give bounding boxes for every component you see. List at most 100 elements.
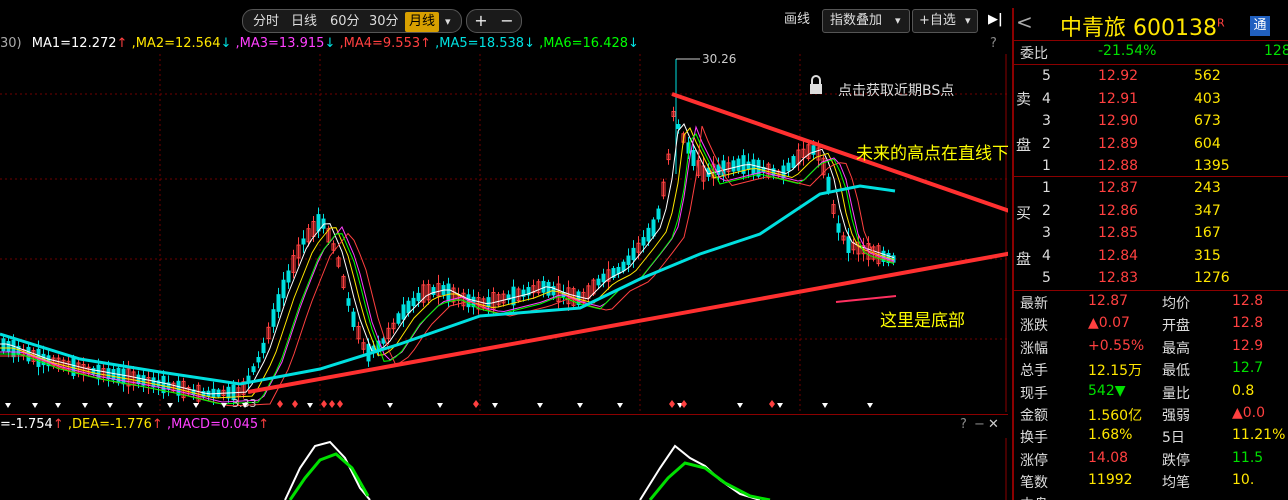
period-monthly-button[interactable]: 月线	[405, 12, 440, 32]
ask-price[interactable]: 12.89	[1098, 136, 1138, 152]
period-60min-button[interactable]: 60分	[326, 12, 364, 32]
indicator-overlay-dropdown[interactable]: 指数叠加 ▾	[822, 9, 910, 33]
chart-grid	[0, 54, 1008, 412]
stat-label: 最低	[1162, 363, 1190, 380]
stat-value: 0.8	[1232, 382, 1255, 399]
bid-price[interactable]: 12.86	[1098, 203, 1138, 219]
ask-vol: 562	[1194, 68, 1221, 84]
candle-body	[261, 342, 266, 354]
stat-label: 总手	[1020, 363, 1048, 380]
period-dropdown-icon[interactable]: ▾	[441, 12, 455, 32]
stat-value: ▲0.0	[1232, 405, 1266, 421]
stock-name: 中青旅	[1060, 16, 1127, 41]
help-icon[interactable]: ?	[990, 36, 997, 51]
stat-label: 5日	[1162, 430, 1185, 447]
candle-body	[621, 261, 626, 272]
ma5-arrow: ↓	[524, 36, 535, 51]
candle-body	[786, 162, 791, 172]
macd-legend: =-1.754↑ ,DEA=-1.776↑ ,MACD=0.045↑ ? − ✕	[0, 414, 1008, 439]
candle-body	[731, 160, 736, 172]
ma6-arrow: ↓	[628, 36, 639, 51]
zoom-in-button[interactable]: +	[469, 11, 493, 33]
period-fenshi-button[interactable]: 分时	[249, 12, 283, 32]
stat-label: 最高	[1162, 340, 1190, 357]
bid-level: 4	[1042, 247, 1051, 264]
period-selector: 分时 日线 60分 30分 月线 ▾	[242, 9, 462, 33]
ma-line-5	[0, 133, 895, 405]
ma1-arrow: ↑	[116, 36, 128, 51]
period-30min-button[interactable]: 30分	[365, 12, 403, 32]
candle-body	[791, 156, 796, 168]
bs-points-lock[interactable]: 点击获取近期BS点	[810, 75, 954, 99]
candle-body	[256, 356, 261, 363]
ma-lines	[0, 123, 896, 407]
weibi-extra: 1289	[1264, 43, 1288, 59]
stat-value: 12.15万	[1088, 363, 1143, 380]
candle-body	[746, 161, 751, 170]
bid-vol: 1276	[1194, 270, 1230, 287]
ask-vol: 673	[1194, 113, 1221, 130]
buy-signal-marker	[769, 400, 775, 408]
bid-price[interactable]: 12.87	[1098, 180, 1138, 196]
stat-label: 均笔	[1162, 475, 1190, 492]
dif-value: =-1.754	[0, 417, 53, 432]
ma1-value: MA1=12.272	[31, 36, 117, 51]
bid-price[interactable]: 12.83	[1098, 270, 1138, 286]
collapse-panel-icon[interactable]: ▶|	[984, 10, 1007, 30]
candle-body	[1, 338, 6, 352]
bottom-mark-line	[835, 295, 897, 303]
candle-body	[781, 165, 786, 179]
sell-signal-marker	[617, 403, 623, 408]
sell-signal-marker	[777, 403, 783, 408]
ask-price[interactable]: 12.88	[1098, 158, 1138, 174]
period-daily-button[interactable]: 日线	[287, 12, 321, 32]
candle-body	[246, 375, 251, 382]
candle-body	[251, 366, 256, 373]
ma2-arrow: ↓	[220, 36, 232, 51]
buy-signal-marker	[329, 400, 335, 408]
ask-price[interactable]: 12.91	[1098, 91, 1138, 107]
macd-help-icon[interactable]: ?	[960, 417, 967, 432]
ask-vol: 403	[1194, 90, 1221, 107]
candle-body	[601, 273, 606, 283]
candle-body	[446, 283, 451, 302]
zoom-out-button[interactable]: −	[495, 11, 519, 33]
sell-signal-marker	[437, 403, 443, 408]
dea-arrow: ↑	[151, 417, 163, 432]
macd-close-icon[interactable]: ✕	[988, 417, 999, 432]
candle-body	[401, 304, 406, 320]
sell-signal-marker	[387, 403, 393, 408]
bid-price[interactable]: 12.85	[1098, 225, 1138, 241]
bid-vol: 347	[1194, 202, 1221, 219]
tong-badge[interactable]: 通	[1250, 16, 1270, 36]
stat-label: 换手	[1020, 430, 1048, 447]
bid-level: 5	[1042, 270, 1051, 287]
stat-label: 跌停	[1162, 452, 1190, 469]
sell-label-1: 卖	[1016, 90, 1032, 108]
macd-minimize-icon[interactable]: −	[974, 417, 985, 432]
macd-dea-line-2	[648, 461, 771, 500]
candle-body	[651, 219, 656, 237]
candle-body	[546, 281, 551, 296]
buy-label-2: 盘	[1016, 250, 1032, 268]
candle-body	[846, 236, 851, 253]
candle-body	[316, 214, 321, 232]
bid-price[interactable]: 12.84	[1098, 248, 1138, 264]
ask-vol: 604	[1194, 135, 1221, 152]
prev-stock-icon[interactable]: <	[1016, 10, 1033, 34]
stat-value: 1.560亿	[1088, 408, 1143, 424]
buy-signal-marker	[337, 400, 343, 408]
chevron-down-icon: ▾	[965, 14, 971, 27]
add-watchlist-label: +自选	[919, 13, 956, 28]
ask-price[interactable]: 12.90	[1098, 113, 1138, 129]
ma3-value: ,MA3=13.915	[235, 36, 325, 51]
add-watchlist-button[interactable]: +自选 ▾	[912, 9, 978, 33]
stat-label: 笔数	[1020, 475, 1048, 492]
draw-line-button[interactable]: 画线	[780, 10, 814, 30]
candlestick-chart[interactable]: 30.26 3.33 点击获取近期BS点 未来的高点在直线下 这里是底部	[0, 54, 1008, 412]
buy-signal-marker	[681, 400, 687, 408]
ask-price[interactable]: 12.92	[1098, 68, 1138, 84]
candle-body	[826, 176, 831, 192]
annotation-bottom: 这里是底部	[880, 311, 965, 331]
macd-chart[interactable]	[0, 438, 1008, 500]
